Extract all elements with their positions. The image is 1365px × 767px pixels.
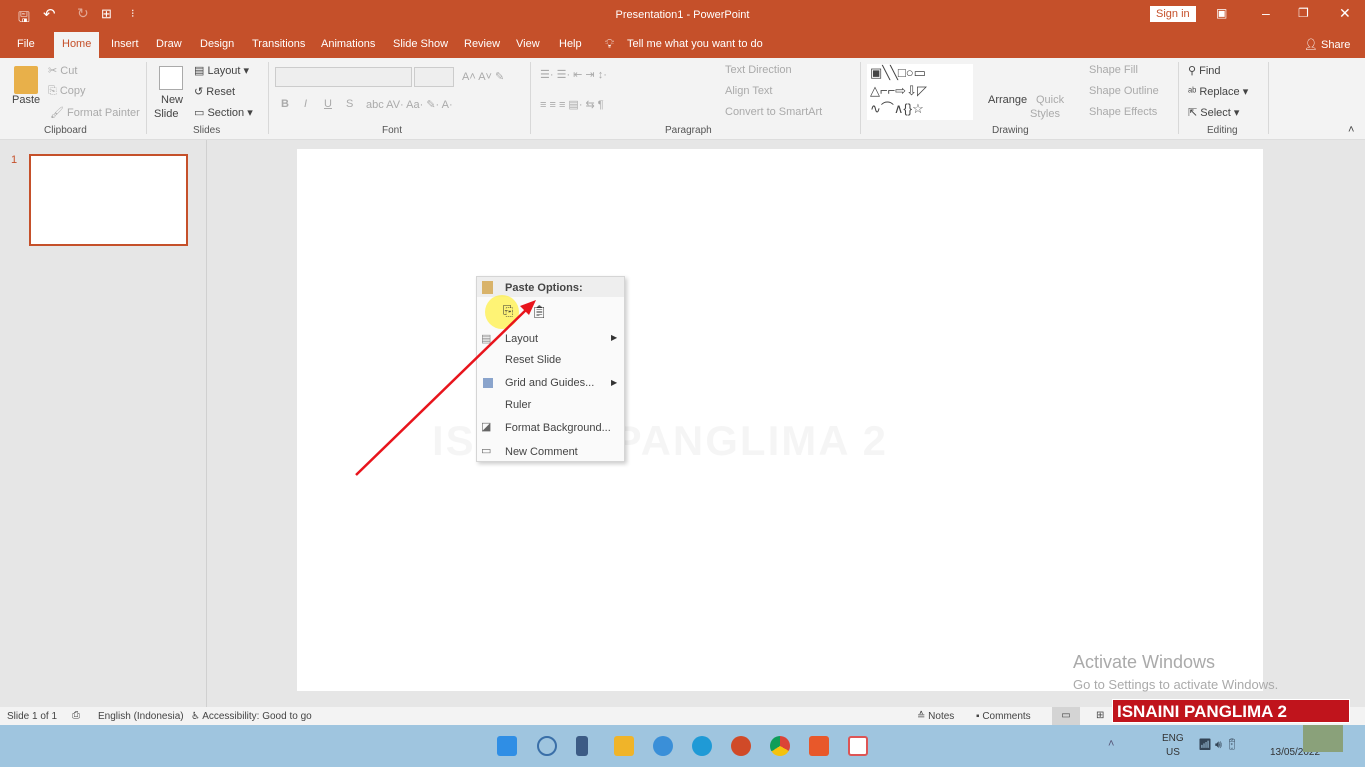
language-indicator[interactable]: ENG xyxy=(1162,733,1184,744)
search-icon[interactable] xyxy=(537,736,557,756)
language[interactable]: English (Indonesia) xyxy=(98,711,184,722)
slide-sorter-button[interactable]: ⊞ xyxy=(1096,710,1104,721)
comments-label: Comments xyxy=(982,711,1031,722)
camtasia-icon[interactable] xyxy=(809,736,829,756)
edge-icon[interactable] xyxy=(692,736,712,756)
photos-icon[interactable] xyxy=(653,736,673,756)
notes-label: Notes xyxy=(928,711,955,722)
arrow-line xyxy=(355,307,529,476)
slide-count: Slide 1 of 1 xyxy=(7,711,58,722)
tray-chevron-icon[interactable]: ˄ xyxy=(1108,738,1114,750)
task-view-icon[interactable] xyxy=(576,736,588,756)
start-icon[interactable] xyxy=(497,736,517,756)
channel-banner: ISNAINI PANGLIMA 2 xyxy=(1112,699,1350,723)
comments-button[interactable]: ▪ Comments xyxy=(976,711,1031,722)
annotation-arrow xyxy=(355,300,536,476)
chrome-icon[interactable] xyxy=(770,736,790,756)
snipping-tool-icon[interactable] xyxy=(848,736,868,756)
accessibility-label: Accessibility: Good to go xyxy=(202,711,312,722)
notes-button[interactable]: ≙ Notes xyxy=(917,711,954,722)
spell-check-icon[interactable]: ⎙ xyxy=(72,710,80,721)
presenter-avatar xyxy=(1303,725,1343,752)
taskbar: ˄ ENG US 📶︎ 🔊︎ 🔋︎ 13/05/2022 xyxy=(0,725,1365,767)
normal-view-button[interactable]: ▭ xyxy=(1052,707,1080,725)
file-explorer-icon[interactable] xyxy=(614,736,634,756)
wifi-volume-battery-icons[interactable]: 📶︎ 🔊︎ 🔋︎ xyxy=(1198,738,1239,752)
powerpoint-icon[interactable] xyxy=(731,736,751,756)
region-indicator[interactable]: US xyxy=(1166,747,1180,758)
accessibility-status[interactable]: ♿︎ Accessibility: Good to go xyxy=(191,711,312,722)
